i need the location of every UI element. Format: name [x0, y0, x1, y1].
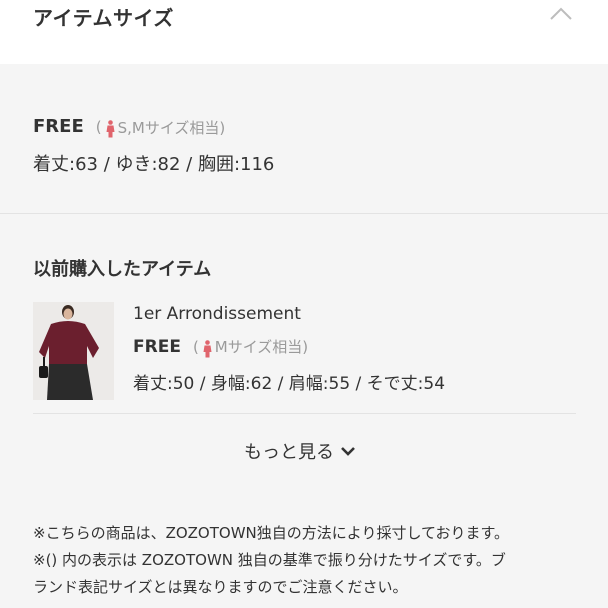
note-line: ※() 内の表示は ZOZOTOWN 独自の基準で振り分けたサイズです。ブ	[33, 551, 506, 569]
item-size-label: FREE	[133, 336, 181, 357]
note-line: ランド表記サイズとは異なりますのでご注意ください。	[33, 578, 408, 596]
item-thumbnail[interactable]	[33, 302, 114, 400]
previous-purchases-title: 以前購入したアイテム	[33, 259, 212, 280]
divider	[33, 413, 576, 414]
model-image	[33, 302, 114, 400]
show-more-button[interactable]: もっと見る	[244, 438, 356, 464]
note-line: ※こちらの商品は、ZOZOTOWN独自の方法により採寸しております。	[33, 524, 510, 542]
item-equiv-open-paren: (	[192, 337, 199, 356]
item-measurements: 着丈:50 / 身幅:62 / 肩幅:55 / そで丈:54	[133, 374, 446, 394]
equiv-text: S,Mサイズ相当)	[117, 118, 226, 137]
size-info: FREE ( S,Mサイズ相当) 着丈:63 / ゆき:82 / 胸囲:116	[0, 64, 608, 214]
item-equiv-text: Mサイズ相当)	[214, 338, 309, 356]
chevron-down-icon	[341, 447, 355, 456]
person-icon	[203, 339, 212, 357]
item-size-header[interactable]: アイテムサイズ	[0, 0, 608, 64]
item-size-row: FREE ( Mサイズ相当)	[133, 336, 308, 357]
size-label: FREE	[33, 116, 84, 137]
previous-purchases: 以前購入したアイテム 1er Arrondissement FREE ( Mサイ…	[0, 215, 608, 495]
size-equivalent: ( S,Mサイズ相当)	[95, 117, 226, 138]
size-row: FREE ( S,Mサイズ相当)	[33, 116, 225, 138]
size-notes: ※こちらの商品は、ZOZOTOWN独自の方法により採寸しております。 ※() 内…	[33, 520, 578, 601]
item-brand[interactable]: 1er Arrondissement	[133, 304, 301, 324]
section-title: アイテムサイズ	[33, 6, 174, 30]
chevron-up-icon[interactable]	[549, 6, 573, 22]
size-measurements: 着丈:63 / ゆき:82 / 胸囲:116	[33, 154, 275, 175]
person-icon	[106, 120, 115, 138]
item-size-equivalent: ( Mサイズ相当)	[193, 336, 308, 357]
equiv-open-paren: (	[95, 118, 102, 136]
show-more-label: もっと見る	[244, 442, 334, 463]
